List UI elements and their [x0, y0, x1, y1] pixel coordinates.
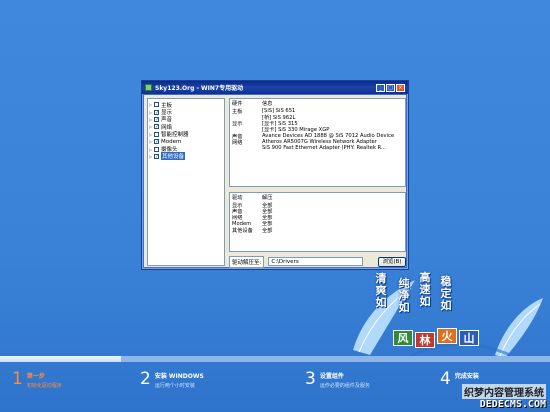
driver-header-extract: 解压 — [262, 194, 273, 201]
install-progress-bar — [0, 356, 550, 362]
step-title: 安装 WINDOWS — [154, 373, 204, 380]
brand-tile-4: 山 — [459, 330, 479, 346]
device-tree[interactable]: ▷ 主板 ▷ ✓ 显示 ▷ ✓ 声音 ▷ ✓ 网络 ▷ 智能控制器 ▷ ✓ Modem ▷ 摄像头 ▷ ✓ 其他设备 — [147, 98, 225, 266]
step-title: 设置组件 — [319, 373, 344, 380]
step-number: 4 — [440, 369, 451, 389]
title-bar[interactable]: Sky123.Org - WIN7专用驱动 _ □ × — [142, 81, 408, 94]
info-row-value: [SiS] SiS 651 — [262, 108, 296, 115]
watermark: 织梦内容管理系统 DEDECMS.COM — [462, 384, 546, 410]
info-header: 硬件 信息 — [232, 100, 403, 107]
info-row-key: 网络 — [232, 215, 243, 221]
step-subtitle: 运作必要的组件及服务 — [319, 383, 370, 389]
info-header-hardware: 硬件 — [232, 100, 243, 107]
info-header-info: 信息 — [262, 100, 273, 107]
driver-extract-pane[interactable]: 驱动 解压 显示 全部 声音 全部 网络 全部 Modem 全部 其他设备 全部 — [229, 192, 406, 252]
slogan-1: 清爽如 — [375, 272, 387, 309]
brand-tile-1: 风 — [393, 330, 413, 346]
close-button[interactable]: × — [396, 83, 405, 92]
tree-checkbox[interactable]: ✓ — [154, 116, 159, 122]
setup-steps: 1 第一步 初始化驱动程序 2 安装 WINDOWS 运行两个小时安装 3 设置… — [0, 364, 550, 412]
step-number: 3 — [305, 369, 316, 389]
info-row-value: SiS 900 Fast Ethernet Adapter (PHY: Real… — [262, 145, 386, 152]
minimize-button[interactable]: _ — [376, 83, 385, 92]
extract-path-label: 驱动解压至: — [229, 255, 265, 268]
tree-checkbox[interactable] — [154, 102, 159, 108]
info-row-key: Modem — [232, 220, 252, 227]
window-client: ▷ 主板 ▷ ✓ 显示 ▷ ✓ 声音 ▷ ✓ 网络 ▷ 智能控制器 ▷ ✓ Modem ▷ 摄像头 ▷ ✓ 其他设备 硬… — [144, 95, 406, 268]
info-row-value: [显卡] SiS 330 Mirage XGP — [262, 127, 330, 133]
info-row-key: 网络 — [232, 139, 243, 146]
extract-path-input[interactable]: C:\Drivers — [268, 257, 364, 266]
tree-checkbox[interactable]: ✓ — [154, 153, 159, 159]
tree-item-label: Modem — [161, 138, 182, 145]
driver-window: Sky123.Org - WIN7专用驱动 _ □ × ▷ 主板 ▷ ✓ 显示 ▷ ✓ 声音 ▷… — [141, 80, 409, 270]
watermark-en: DEDECMS.COM — [479, 399, 546, 410]
step-title: 第一步 — [26, 373, 45, 380]
info-row: 其他设备 全部 — [232, 227, 403, 234]
tree-checkbox[interactable]: ✓ — [154, 124, 159, 130]
driver-header: 驱动 解压 — [232, 194, 403, 201]
window-title: Sky123.Org - WIN7专用驱动 — [155, 85, 244, 92]
info-row-value: Atheros AR5007G Wireless Network Adapter — [262, 139, 377, 146]
slogan-4: 稳定如 — [440, 275, 452, 312]
info-row-key: 显示 — [232, 121, 243, 127]
driver-header-driver: 驱动 — [232, 194, 243, 201]
app-icon — [145, 84, 152, 91]
tree-checkbox[interactable]: ✓ — [154, 109, 159, 115]
brand-tile-2: 林 — [415, 332, 435, 348]
slogan-2: 纯净如 — [398, 277, 410, 314]
tree-item[interactable]: ▷ 智能控制器 — [149, 131, 223, 138]
slogan-3: 高速如 — [419, 271, 431, 308]
tree-item[interactable]: ▷ ✓ 其他设备 — [149, 152, 223, 161]
brand-logo: 清爽如 纯净如 高速如 稳定如 风 林 火 山 — [345, 270, 545, 370]
maximize-button[interactable]: □ — [386, 83, 395, 92]
hardware-info-pane[interactable]: 硬件 信息 主板 [SiS] SiS 651 [桥] SiS 962L 显示 [显卡] … — [229, 98, 406, 187]
brand-tile-3: 火 — [437, 328, 457, 344]
info-row-key: 主板 — [232, 108, 243, 115]
tree-item-label: 智能控制器 — [161, 132, 189, 139]
install-progress-fill — [0, 356, 121, 362]
step-3: 3 设置组件 运作必要的组件及服务 — [305, 369, 370, 390]
step-2: 2 安装 WINDOWS 运行两个小时安装 — [140, 369, 204, 390]
step-number: 2 — [140, 369, 151, 389]
step-subtitle: 运行两个小时安装 — [154, 383, 195, 389]
info-row: SiS 900 Fast Ethernet Adapter (PHY: Real… — [232, 145, 403, 151]
tree-checkbox[interactable]: ✓ — [154, 139, 159, 145]
tree-checkbox[interactable] — [154, 131, 159, 137]
step-number: 1 — [12, 369, 23, 389]
step-subtitle: 初始化驱动程序 — [26, 383, 62, 389]
info-row-value: 全部 — [262, 227, 273, 234]
info-row-value: Avance Devices AD 1888 @ SiS 7012 Audio … — [262, 133, 395, 140]
tree-item-label: 其他设备 — [161, 152, 186, 161]
step-title: 完成安装 — [454, 373, 479, 380]
tree-checkbox[interactable] — [154, 146, 159, 152]
watermark-cn: 织梦内容管理系统 — [462, 384, 546, 399]
extract-path-row: 驱动解压至: C:\Drivers 浏览(B) — [229, 255, 406, 268]
browse-button[interactable]: 浏览(B) — [378, 256, 406, 267]
step-1: 1 第一步 初始化驱动程序 — [12, 369, 62, 390]
info-row: 网络 Atheros AR5007G Wireless Network Adapt… — [232, 139, 403, 145]
info-row-key: 其他设备 — [232, 227, 253, 234]
